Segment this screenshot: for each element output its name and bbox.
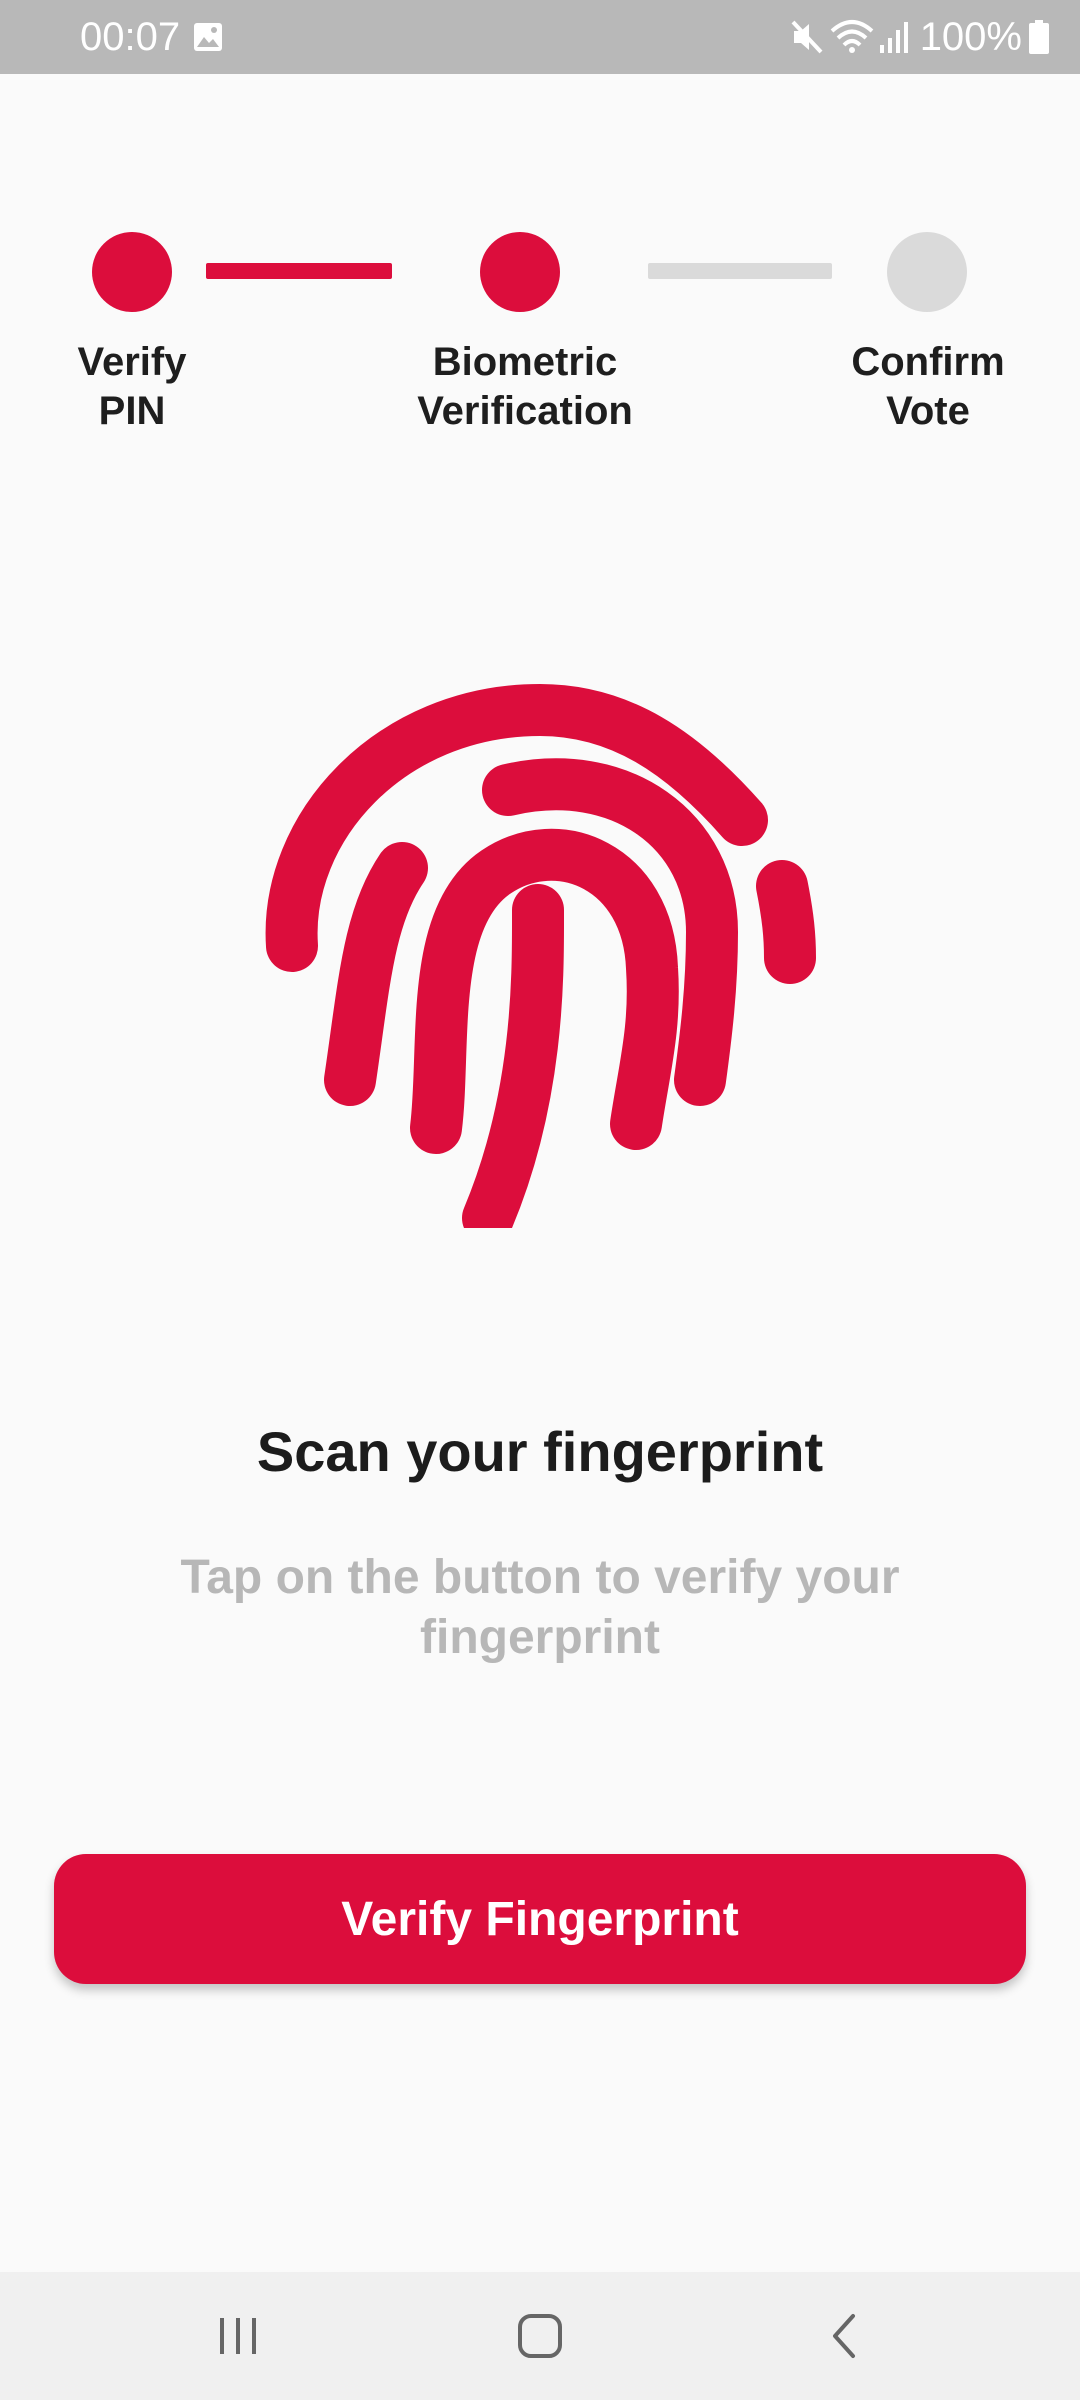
step-connector-1	[206, 263, 392, 279]
back-icon	[833, 2314, 855, 2358]
step-3-label: Confirm Vote	[851, 340, 1005, 433]
step-connector-2	[648, 263, 832, 279]
navigation-bar	[0, 2272, 1080, 2400]
scan-title: Scan your fingerprint	[256, 1420, 824, 1483]
fingerprint-icon	[265, 684, 816, 1228]
home-button[interactable]	[480, 2296, 600, 2376]
step-1-label: Verify PIN	[77, 340, 187, 433]
recent-apps-icon	[220, 2318, 256, 2354]
step-2-indicator	[480, 232, 560, 312]
recent-apps-button[interactable]	[178, 2296, 298, 2376]
back-button[interactable]	[784, 2296, 904, 2376]
step-2-label: Biometric Verification	[417, 340, 633, 433]
progress-stepper: Verify PIN Biometric Verification Confir…	[0, 0, 1080, 460]
step-3-indicator	[887, 232, 967, 312]
home-icon	[518, 2314, 562, 2358]
step-1-indicator	[92, 232, 172, 312]
scan-instructions: Tap on the button to verify your fingerp…	[180, 1551, 900, 1664]
verify-fingerprint-button[interactable]: Verify Fingerprint	[54, 1854, 1026, 1984]
